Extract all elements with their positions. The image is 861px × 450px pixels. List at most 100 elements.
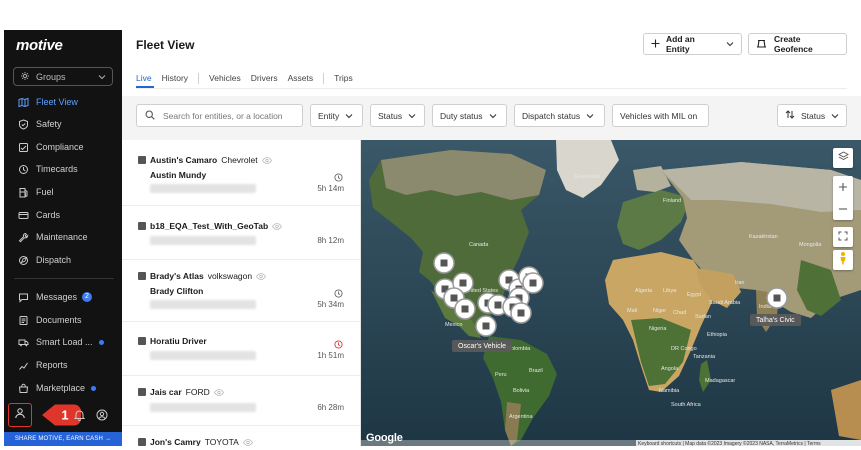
sidebar-item-cards[interactable]: Cards <box>4 205 122 225</box>
vehicle-label-talha[interactable]: Talha's Civic <box>750 314 801 326</box>
vehicle-marker[interactable] <box>454 298 476 320</box>
card-icon <box>18 210 29 221</box>
sidebar-item-safety[interactable]: Safety <box>4 114 122 134</box>
tab-trips[interactable]: Trips <box>334 73 353 83</box>
map-fullscreen-button[interactable] <box>833 227 853 247</box>
page-title: Fleet View <box>136 38 195 52</box>
vehicle-marker-talha[interactable] <box>765 286 789 310</box>
entity-filter[interactable]: Entity <box>310 104 363 127</box>
map-place-label: Namibia <box>659 388 680 394</box>
tab-drivers[interactable]: Drivers <box>251 73 278 83</box>
list-item[interactable]: Horatiu Driver 1h 51m <box>122 322 360 376</box>
map-place-label: Tanzania <box>693 354 716 360</box>
add-entity-button[interactable]: Add an Entity <box>643 33 742 55</box>
sidebar-item-dispatch[interactable]: Dispatch <box>4 250 122 270</box>
vehicle-name: Austin's Camaro <box>150 155 218 165</box>
tab-live[interactable]: Live <box>136 73 152 83</box>
user-profile-button[interactable] <box>8 403 32 427</box>
pegman-icon <box>838 251 848 270</box>
tab-vehicles[interactable]: Vehicles <box>209 73 241 83</box>
vehicle-title: Austin's Camaro Chevrolet <box>150 155 272 166</box>
search-input[interactable]: Search for entities, or a location <box>136 104 303 127</box>
street-view-button[interactable] <box>833 250 853 270</box>
sidebar: motive Groups Fleet View Safety Complian… <box>4 30 122 446</box>
sidebar-item-reports[interactable]: Reports <box>4 355 122 375</box>
status-filter[interactable]: Status <box>370 104 425 127</box>
vehicle-markers[interactable] <box>421 245 621 355</box>
map-place-label: Angola <box>661 366 679 372</box>
map-place-label: Niger <box>653 308 667 314</box>
groups-icon <box>20 71 30 83</box>
map-place-label: Peru <box>495 372 507 378</box>
redacted-location <box>150 403 256 412</box>
vehicle-label-oscar[interactable]: Oscar's Vehicle <box>452 340 513 352</box>
duty-status-filter-label: Duty status <box>440 110 483 121</box>
sidebar-item-smart-load[interactable]: Smart Load ... <box>4 332 122 352</box>
map-place-label: Greenland <box>574 174 600 180</box>
vehicle-marker[interactable] <box>475 315 497 337</box>
sidebar-divider <box>14 278 114 279</box>
chevron-down-icon <box>98 72 106 82</box>
map-place-label: Mongolia <box>799 242 822 248</box>
map-place-label: Nigeria <box>649 326 667 332</box>
sidebar-item-timecards[interactable]: Timecards <box>4 159 122 179</box>
vehicle-square-icon <box>138 222 146 230</box>
map-place-label: Brazil <box>529 368 543 374</box>
map-place-label: Madagascar <box>705 378 736 384</box>
sidebar-item-label: Maintenance <box>36 232 88 242</box>
zoom-in-icon[interactable] <box>838 176 848 198</box>
tab-separator <box>323 72 325 84</box>
reports-icon <box>18 360 29 371</box>
message-icon <box>18 292 29 303</box>
sort-dropdown[interactable]: Status <box>777 104 847 127</box>
sidebar-item-fleet-view[interactable]: Fleet View <box>4 92 122 112</box>
create-geofence-button[interactable]: Create Geofence <box>748 33 847 55</box>
zoom-out-icon[interactable] <box>838 198 848 220</box>
fleet-map[interactable]: Greenland Canada United States Mexico Co… <box>361 140 861 446</box>
vehicle-square-icon <box>138 337 146 345</box>
dispatch-status-filter[interactable]: Dispatch status <box>514 104 605 127</box>
list-item[interactable]: Jon's Camry TOYOTA <box>122 426 360 446</box>
vehicle-marker[interactable] <box>510 302 532 324</box>
list-item[interactable]: Jais car FORD 6h 28m <box>122 376 360 426</box>
vehicle-list: Austin's Camaro Chevrolet Austin Mundy 5h… <box>122 140 361 446</box>
map-layers-button[interactable] <box>833 148 853 168</box>
wrench-icon <box>18 232 29 243</box>
vehicle-name: b18_EQA_Test_With_GeoTab <box>150 221 269 231</box>
list-item[interactable]: Brady's Atlas volkswagon Brady Clifton 5h… <box>122 260 360 322</box>
plus-icon <box>651 39 660 50</box>
chevron-down-icon <box>408 111 416 121</box>
account-icon[interactable] <box>96 408 108 426</box>
map-place-label: Argentina <box>509 414 533 420</box>
compliance-icon <box>18 142 29 153</box>
add-entity-label: Add an Entity <box>666 34 695 54</box>
share-motive-banner[interactable]: SHARE MOTIVE, EARN CASH → <box>4 432 122 446</box>
motive-logo[interactable]: motive <box>16 37 63 54</box>
map-place-label: Egypt <box>687 292 702 298</box>
status-filter-label: Status <box>378 110 403 121</box>
map-place-label: Iran <box>735 280 745 286</box>
sidebar-item-documents[interactable]: Documents <box>4 310 122 330</box>
map-place-label: Finland <box>663 198 682 204</box>
map-icon <box>18 97 29 108</box>
tab-history[interactable]: History <box>162 73 188 83</box>
app-root: motive Groups Fleet View Safety Complian… <box>0 0 861 450</box>
bell-icon[interactable] <box>73 408 86 426</box>
tab-assets[interactable]: Assets <box>288 73 314 83</box>
vehicle-marker[interactable] <box>433 252 455 274</box>
sidebar-item-compliance[interactable]: Compliance <box>4 137 122 157</box>
chevron-down-icon <box>345 111 353 121</box>
sidebar-item-fuel[interactable]: Fuel <box>4 182 122 202</box>
list-item[interactable]: b18_EQA_Test_With_GeoTab 8h 12m <box>122 206 360 260</box>
shield-icon <box>18 118 29 130</box>
sidebar-item-marketplace[interactable]: Marketplace <box>4 378 122 398</box>
map-attribution[interactable]: Keyboard shortcuts | Map data ©2023 Imag… <box>636 440 861 447</box>
list-item[interactable]: Austin's Camaro Chevrolet Austin Mundy 5h… <box>122 140 360 206</box>
mil-filter[interactable]: Vehicles with MIL on <box>612 104 709 127</box>
sidebar-item-messages[interactable]: Messages 2 <box>4 287 122 307</box>
vehicle-title: Brady's Atlas volkswagon <box>150 271 267 282</box>
sidebar-item-maintenance[interactable]: Maintenance <box>4 227 122 247</box>
groups-dropdown[interactable]: Groups <box>13 67 113 86</box>
duty-status-filter[interactable]: Duty status <box>432 104 507 127</box>
vehicle-name: Jon's Camry <box>150 437 201 446</box>
